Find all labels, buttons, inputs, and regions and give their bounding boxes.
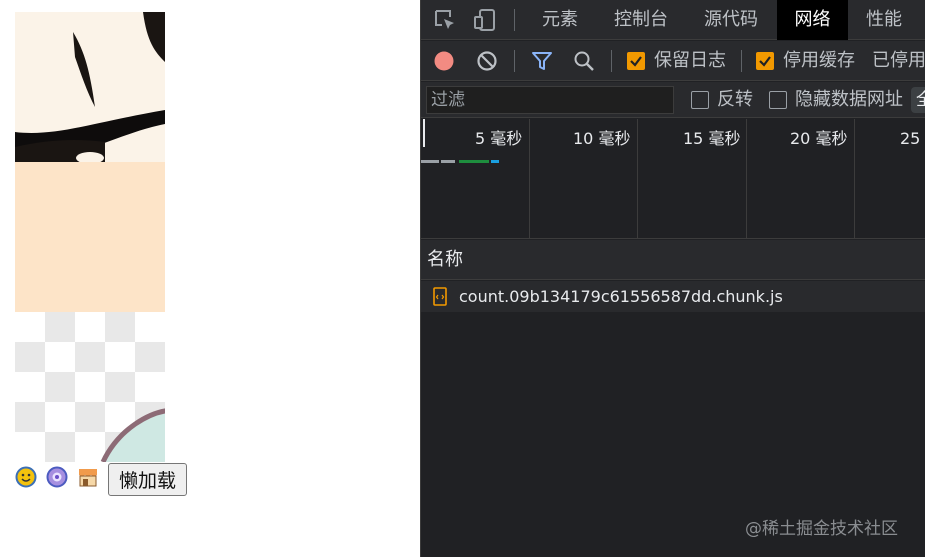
waterfall-waiting-bar bbox=[459, 160, 489, 163]
timeline-tick-label: 10 毫秒 bbox=[573, 129, 631, 148]
devtools-panel: 元素 控制台 源代码 网络 性能 保留日志 停用缓存 已停用 过滤 反转 隐藏数… bbox=[420, 0, 925, 557]
clear-icon[interactable] bbox=[476, 50, 498, 72]
emoji-icons-row bbox=[15, 466, 99, 488]
filter-icon[interactable] bbox=[531, 51, 553, 71]
filter-bar: 反转 隐藏数据网址 全 bbox=[421, 82, 925, 118]
check-icon bbox=[630, 56, 642, 67]
invert-checkbox[interactable] bbox=[691, 91, 709, 109]
watermark: @稀土掘金技术社区 bbox=[745, 519, 898, 539]
device-toolbar-icon[interactable] bbox=[473, 8, 497, 32]
preserve-log-label: 保留日志 bbox=[654, 50, 726, 71]
request-table-header: 名称 bbox=[421, 240, 925, 280]
throttling-select[interactable]: 已停用 bbox=[872, 41, 925, 81]
record-icon[interactable] bbox=[433, 50, 455, 72]
network-toolbar: 保留日志 停用缓存 已停用 bbox=[421, 41, 925, 81]
shop-stall-icon bbox=[79, 469, 97, 487]
js-file-icon bbox=[433, 287, 447, 306]
purple-orb-icon bbox=[46, 466, 68, 488]
image-tile-character-face bbox=[15, 12, 165, 162]
invert-label: 反转 bbox=[717, 89, 753, 110]
disable-cache-checkbox[interactable] bbox=[756, 52, 774, 70]
tab-sources[interactable]: 源代码 bbox=[693, 0, 769, 40]
web-page: 懒加载 bbox=[0, 0, 420, 557]
toolbar-divider bbox=[741, 50, 742, 72]
devtools-tab-bar: 元素 控制台 源代码 网络 性能 bbox=[421, 0, 925, 40]
timeline-gridline bbox=[746, 119, 747, 239]
timeline-tick-label: 20 毫秒 bbox=[790, 129, 848, 148]
timeline-gridline bbox=[529, 119, 530, 239]
toolbar-divider bbox=[611, 50, 612, 72]
tab-performance[interactable]: 性能 bbox=[855, 0, 913, 40]
resource-type-all-chip[interactable]: 全 bbox=[911, 87, 925, 113]
smiley-badge-icon bbox=[15, 466, 37, 488]
disable-cache-label: 停用缓存 bbox=[783, 50, 855, 71]
hide-data-urls-checkbox[interactable] bbox=[769, 91, 787, 109]
search-icon[interactable] bbox=[573, 50, 595, 72]
timeline-gridline bbox=[854, 119, 855, 239]
lazy-load-button[interactable]: 懒加载 bbox=[108, 463, 188, 496]
timeline-tick-label: 15 毫秒 bbox=[683, 129, 741, 148]
waterfall-queue-bar bbox=[421, 160, 439, 163]
waterfall-download-bar bbox=[491, 160, 499, 163]
image-tile-transparent-placeholder bbox=[15, 312, 165, 462]
network-overview-timeline[interactable]: 5 毫秒 10 毫秒 15 毫秒 20 毫秒 25 毫秒 bbox=[421, 119, 925, 239]
preserve-log-checkbox[interactable] bbox=[627, 52, 645, 70]
request-name: count.09b134179c61556587dd.chunk.js bbox=[459, 287, 783, 306]
timeline-tick-label: 25 毫秒 bbox=[900, 129, 925, 148]
tab-console[interactable]: 控制台 bbox=[603, 0, 679, 40]
inspect-element-icon[interactable] bbox=[433, 8, 457, 32]
table-row[interactable]: count.09b134179c61556587dd.chunk.js bbox=[421, 281, 925, 312]
tab-network[interactable]: 网络 bbox=[777, 0, 848, 40]
timeline-gridline bbox=[637, 119, 638, 239]
hide-data-urls-label: 隐藏数据网址 bbox=[795, 89, 903, 110]
name-column-header[interactable]: 名称 bbox=[427, 240, 463, 280]
tab-elements[interactable]: 元素 bbox=[531, 0, 589, 40]
tabbar-divider bbox=[514, 9, 515, 31]
screen: 懒加载 元素 控制台 源代码 网络 性能 保留日志 停用缓存 已停用 过滤 反转… bbox=[0, 0, 925, 557]
check-icon bbox=[759, 56, 771, 67]
timeline-cursor bbox=[423, 119, 425, 147]
toolbar-divider bbox=[514, 50, 515, 72]
waterfall-stalled-bar bbox=[441, 160, 455, 163]
image-tile-skin-color bbox=[15, 162, 165, 312]
timeline-tick-label: 5 毫秒 bbox=[475, 129, 523, 148]
filter-input[interactable] bbox=[426, 86, 674, 114]
